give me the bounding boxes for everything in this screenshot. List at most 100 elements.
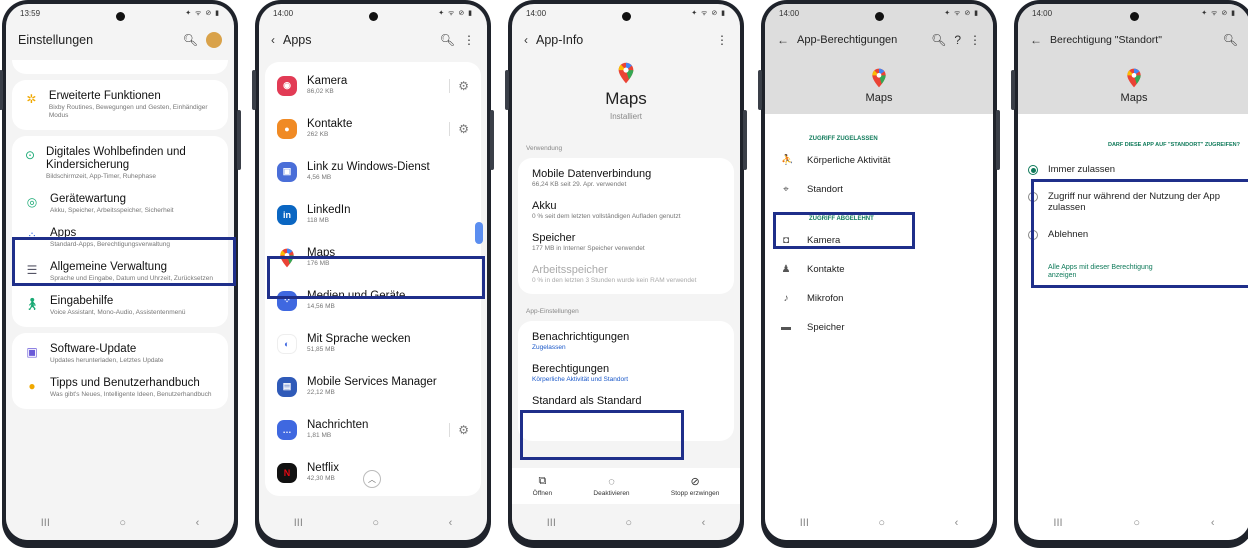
option-label: Immer zulassen	[1048, 164, 1116, 175]
status-time: 14:00	[1032, 8, 1053, 18]
home-button[interactable]: ○	[372, 517, 379, 529]
radio-selected[interactable]	[1028, 165, 1038, 175]
permissions-row[interactable]: Berechtigungen Körperliche Aktivität und …	[518, 357, 734, 389]
page-title: Berechtigung "Standort"	[1050, 34, 1162, 46]
mobile-data-row[interactable]: Mobile Datenverbindung 66,24 KB seit 29. …	[518, 162, 734, 194]
open-button[interactable]: ⧉ Öffnen	[533, 475, 552, 497]
perm-location[interactable]: ⌖ Standort	[765, 175, 993, 204]
app-size: 86,02 KB	[307, 88, 334, 95]
help-icon[interactable]: ?	[954, 33, 961, 47]
app-row[interactable]: ◐ Mit Sprache wecken 51,85 MB	[265, 322, 481, 365]
search-icon[interactable]: 🔍︎	[440, 33, 455, 47]
back-button[interactable]: ‹	[449, 517, 453, 529]
row-sub: 177 MB in Interner Speicher verwendet	[532, 245, 645, 252]
back-button[interactable]: ‹	[702, 517, 706, 529]
page-title: Einstellungen	[18, 33, 94, 47]
action-label: Öffnen	[532, 490, 553, 497]
app-size: 262 KB	[307, 131, 329, 138]
settings-card-3: ▣ Software-Update Updates herunterladen, …	[12, 333, 228, 409]
more-icon[interactable]: ⋮	[969, 33, 981, 47]
app-row[interactable]: ● Kontakte 262 KB ⚙	[265, 107, 481, 150]
gear-icon[interactable]: ⚙	[449, 422, 469, 437]
row-sub: 66,24 KB seit 29. Apr. verwendet	[532, 181, 627, 188]
home-button[interactable]: ○	[878, 517, 885, 529]
more-icon[interactable]: ⋮	[463, 33, 475, 47]
allowed-header: ZUGRIFF ZUGELASSEN	[809, 136, 878, 142]
status-time: 14:00	[779, 8, 800, 18]
notifications-row[interactable]: Benachrichtigungen Zugelassen	[518, 325, 734, 357]
home-button[interactable]: ○	[625, 517, 632, 529]
highlight-apps	[12, 237, 236, 286]
settings-item-device-care[interactable]: ◎ Gerätewartung Akku, Speicher, Arbeitssp…	[12, 187, 228, 221]
avatar[interactable]	[206, 32, 222, 48]
app-permissions-screen: 14:00 ✦ ᯤ ⊘ ▮ ← App-Berechtigungen 🔍︎ ? …	[765, 4, 993, 540]
contacts-icon: ♟	[781, 264, 791, 275]
force-stop-button[interactable]: ⊘ Stopp erzwingen	[671, 475, 719, 497]
search-icon[interactable]: 🔍︎	[1223, 33, 1238, 47]
back-arrow-icon[interactable]: ‹	[524, 33, 528, 47]
row-sub: Körperliche Aktivität und Standort	[532, 376, 629, 383]
home-button[interactable]: ○	[1133, 517, 1140, 529]
more-icon[interactable]: ⋮	[716, 33, 728, 47]
scroll-up-icon[interactable]: ︿	[363, 470, 381, 488]
search-icon[interactable]: 🔍︎	[183, 33, 198, 47]
camera-icon: ◉	[277, 75, 297, 96]
scrollbar-thumb[interactable]	[475, 222, 483, 244]
back-button[interactable]: ‹	[196, 517, 200, 529]
gear-icon[interactable]: ⚙	[449, 78, 469, 93]
storage-row[interactable]: Speicher 177 MB in Interner Speicher verw…	[518, 226, 734, 258]
location-icon: ⌖	[783, 184, 789, 195]
perm-storage[interactable]: ▬ Speicher	[765, 313, 993, 342]
app-row[interactable]: ▣ Link zu Windows-Dienst 4,56 MB	[265, 150, 481, 193]
recents-button[interactable]: III	[547, 517, 556, 529]
disable-button[interactable]: ◌ Deaktivieren	[593, 476, 629, 497]
row-label: Mobile Datenverbindung	[532, 168, 652, 180]
apps-appbar: ‹ Apps 🔍︎ ⋮	[259, 22, 487, 58]
app-name: LinkedIn	[307, 204, 351, 216]
app-row[interactable]: in LinkedIn 118 MB	[265, 193, 481, 236]
recents-button[interactable]: III	[294, 517, 303, 529]
device-care-icon: ◎	[26, 195, 38, 209]
battery-row[interactable]: Akku 0 % seit dem letzten vollständigen A…	[518, 194, 734, 226]
perm-activity[interactable]: ⛹ Körperliche Aktivität	[765, 146, 993, 175]
back-button[interactable]: ‹	[955, 517, 959, 529]
row-sub: Zugelassen	[532, 344, 566, 351]
app-name: Netflix	[307, 462, 339, 474]
front-camera	[622, 12, 631, 21]
app-row[interactable]: ▤ Mobile Services Manager 22,12 MB	[265, 365, 481, 408]
perm-microphone[interactable]: ♪ Mikrofon	[765, 284, 993, 313]
search-icon[interactable]: 🔍︎	[931, 33, 946, 47]
memory-row: Arbeitsspeicher 0 % in den letzten 3 Stun…	[518, 258, 734, 290]
mobile-services-icon: ▤	[277, 376, 297, 397]
app-name: Kontakte	[307, 118, 353, 130]
home-button[interactable]: ○	[119, 517, 126, 529]
back-button[interactable]: ‹	[1211, 517, 1215, 529]
front-camera	[875, 12, 884, 21]
recents-button[interactable]: III	[41, 517, 50, 529]
recents-button[interactable]: III	[1053, 517, 1062, 529]
app-row[interactable]: … Nachrichten 1,81 MB ⚙	[265, 408, 481, 451]
highlight-maps	[267, 256, 485, 299]
perm-contacts[interactable]: ♟ Kontakte	[765, 255, 993, 284]
settings-item-update[interactable]: ▣ Software-Update Updates herunterladen, …	[12, 337, 228, 371]
highlight-permissions	[520, 410, 684, 460]
force-stop-icon: ⊘	[690, 476, 700, 488]
app-info-appbar: ‹ App-Info ⋮	[512, 22, 740, 58]
back-arrow-icon[interactable]: ‹	[271, 33, 275, 47]
row-label: Berechtigungen	[532, 363, 610, 375]
recents-button[interactable]: III	[800, 517, 809, 529]
app-row[interactable]: ◉ Kamera 86,02 KB ⚙	[265, 64, 481, 107]
back-arrow-icon[interactable]: ←	[777, 33, 789, 47]
item-sub: Was gibt's Neues, Intelligente Ideen, Be…	[50, 391, 212, 398]
status-icons: ✦ ᯤ ⊘ ▮	[691, 9, 726, 17]
back-arrow-icon[interactable]: ←	[1030, 33, 1042, 47]
phone-app-permissions: 14:00 ✦ ᯤ ⊘ ▮ ← App-Berechtigungen 🔍︎ ? …	[758, 0, 1000, 548]
settings-item-accessibility[interactable]: 🚶︎ Eingabehilfe Voice Assistant, Mono-Aud…	[12, 289, 228, 323]
settings-item-advanced[interactable]: ✲ Erweiterte Funktionen Bixby Routines, B…	[12, 84, 228, 126]
nav-bar: III ○ ‹	[1018, 506, 1248, 540]
highlight-location	[773, 212, 915, 249]
gear-icon[interactable]: ⚙	[449, 121, 469, 136]
settings-item-tips[interactable]: ● Tipps und Benutzerhandbuch Was gibt's N…	[12, 371, 228, 405]
settings-item-wellbeing[interactable]: ⊙ Digitales Wohlbefinden und Kindersiche…	[12, 140, 228, 187]
perm-label: Mikrofon	[807, 293, 844, 304]
